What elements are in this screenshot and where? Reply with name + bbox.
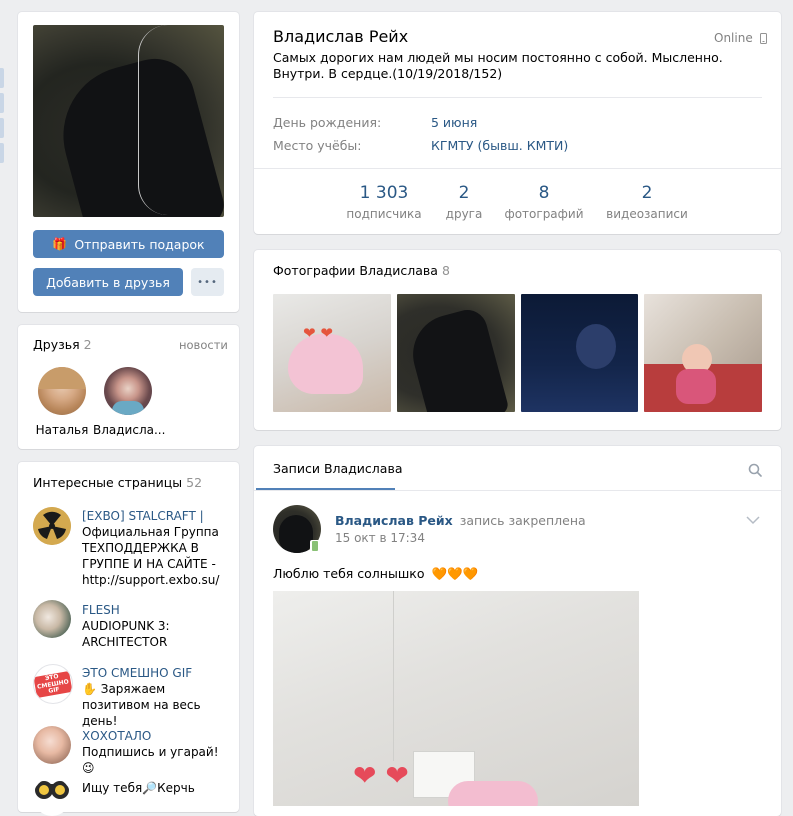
profile-status[interactable]: Самых дорогих нам людей мы носим постоян… <box>273 50 773 82</box>
friends-header[interactable]: Друзья 2 <box>33 337 92 352</box>
photos-count: 8 <box>441 263 450 278</box>
heart-sticker-icon: ❤ ❤ <box>353 759 409 792</box>
friend-name[interactable]: Владисла... <box>93 423 165 437</box>
birthday-value[interactable]: 5 июня <box>431 115 477 130</box>
page-name[interactable]: FLESH <box>82 602 222 618</box>
page-entry[interactable]: [EXBO] STALCRAFT | Официальная Группа ТЕ… <box>82 508 222 588</box>
radiation-icon <box>33 507 71 545</box>
page-avatar[interactable] <box>33 600 71 638</box>
post-image[interactable]: ❤ ❤ <box>273 591 639 806</box>
page-entry[interactable]: ХОХОТАЛО Подпишись и угарай!😉 <box>82 728 222 776</box>
page-name[interactable]: ЭТО СМЕШНО GIF <box>82 665 222 681</box>
wall-tab[interactable]: Записи Владислава <box>273 461 402 476</box>
page-description: Официальная Группа ТЕХПОДДЕРЖКА В ГРУППЕ… <box>82 525 220 587</box>
post-image-detail <box>448 781 538 806</box>
page-avatar[interactable]: ЭТО СМЕШНО GIF <box>33 664 73 704</box>
page-name[interactable]: ХОХОТАЛО <box>82 728 222 744</box>
left-edge-tab[interactable] <box>0 143 4 163</box>
left-edge-tab[interactable] <box>0 118 4 138</box>
add-friend-button[interactable]: Добавить в друзья <box>33 268 183 296</box>
page-avatar[interactable] <box>33 778 71 816</box>
page-avatar[interactable] <box>33 726 71 764</box>
online-status: Online <box>714 31 767 45</box>
followers-label[interactable]: подписчика <box>339 207 429 221</box>
left-edge-tab[interactable] <box>0 93 4 113</box>
gif-logo-icon: ЭТО СМЕШНО GIF <box>34 671 72 698</box>
interesting-pages-count: 52 <box>186 475 203 490</box>
wall-tab-divider <box>254 490 781 491</box>
stats-divider <box>254 168 781 169</box>
info-divider <box>273 97 762 98</box>
heart-emoji-icon: 🧡🧡🧡 <box>431 566 479 581</box>
interesting-pages-title: Интересные страницы <box>33 475 183 490</box>
left-edge-tab[interactable] <box>0 68 4 88</box>
post-date[interactable]: 15 окт в 17:34 <box>335 531 425 545</box>
photo-detail <box>138 25 199 215</box>
photo-thumbnail[interactable] <box>397 294 515 412</box>
birthday-label: День рождения: <box>273 115 382 130</box>
page-description: Подпишись и угарай!😉 <box>82 745 219 775</box>
add-friend-label: Добавить в друзья <box>46 274 170 290</box>
post-text-body: Люблю тебя солнышко <box>273 566 425 581</box>
friend-avatar[interactable] <box>38 367 86 415</box>
photo-thumbnail[interactable] <box>644 294 762 412</box>
friends-news-link[interactable]: новости <box>179 338 228 352</box>
page-entry[interactable]: ЭТО СМЕШНО GIF ✋ Заряжаем позитивом на в… <box>82 665 222 729</box>
post-author-name[interactable]: Владислав Рейх <box>335 513 453 528</box>
search-icon[interactable] <box>748 463 762 477</box>
online-label: Online <box>714 31 753 45</box>
page-entry[interactable]: Ищу тебя🔎Керчь <box>82 780 222 796</box>
post-header: Владислав Рейх запись закреплена <box>335 513 586 528</box>
page-description: AUDIOPUNK 3: ARCHITECTOR <box>82 619 170 649</box>
education-value[interactable]: КГМТУ (бывш. КМТИ) <box>431 138 568 153</box>
interesting-pages-header[interactable]: Интересные страницы 52 <box>33 475 202 490</box>
post-image-detail <box>393 591 398 761</box>
videos-stat-label[interactable]: видеозаписи <box>597 207 697 221</box>
send-gift-label: Отправить подарок <box>74 236 205 252</box>
followers-count[interactable]: 1 303 <box>344 183 424 203</box>
page-description: ✋ Заряжаем позитивом на весь день! <box>82 682 201 728</box>
page-avatar[interactable] <box>33 507 71 545</box>
profile-photo[interactable] <box>33 25 224 217</box>
more-actions-button[interactable]: ••• <box>191 268 224 296</box>
photo-thumbnail[interactable]: ❤ ❤ <box>273 294 391 412</box>
send-gift-button[interactable]: 🎁 Отправить подарок <box>33 230 224 258</box>
more-dots-icon: ••• <box>197 276 218 288</box>
education-label: Место учёбы: <box>273 138 362 153</box>
mobile-badge-icon <box>310 540 320 552</box>
friends-stat-count[interactable]: 2 <box>424 183 504 203</box>
photos-header[interactable]: Фотографии Владислава 8 <box>273 263 450 278</box>
photos-stat-label[interactable]: фотографий <box>499 207 589 221</box>
friends-stat-label[interactable]: друга <box>424 207 504 221</box>
post-pinned-label: запись закреплена <box>459 513 586 528</box>
page-entry[interactable]: FLESH AUDIOPUNK 3: ARCHITECTOR <box>82 602 222 650</box>
photos-title: Фотографии Владислава <box>273 263 438 278</box>
gift-icon: 🎁 <box>52 237 68 251</box>
post-text: Люблю тебя солнышко 🧡🧡🧡 <box>273 566 478 582</box>
chevron-down-icon[interactable] <box>746 516 760 525</box>
mobile-phone-icon <box>759 33 767 44</box>
friends-title: Друзья <box>33 337 80 352</box>
friend-avatar[interactable] <box>104 367 152 415</box>
photos-stat-count[interactable]: 8 <box>504 183 584 203</box>
photo-thumbnail[interactable] <box>521 294 638 412</box>
page-name[interactable]: Ищу тебя🔎Керчь <box>82 780 222 796</box>
profile-name: Владислав Рейх <box>273 27 409 46</box>
page-name[interactable]: [EXBO] STALCRAFT | <box>82 508 222 524</box>
friends-count: 2 <box>83 337 92 352</box>
friend-name[interactable]: Наталья <box>27 423 97 437</box>
videos-stat-count[interactable]: 2 <box>607 183 687 203</box>
binoculars-icon <box>35 781 69 799</box>
